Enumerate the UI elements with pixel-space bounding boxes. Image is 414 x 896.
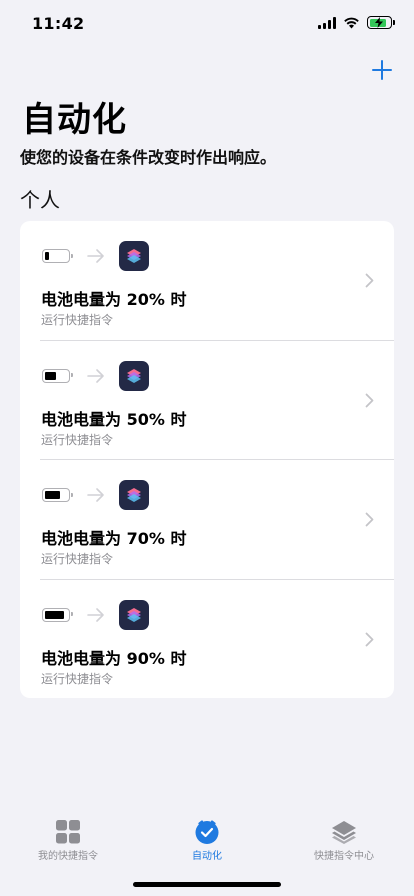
status-icons [318, 16, 395, 29]
layers-icon [332, 821, 356, 844]
tab-automation[interactable]: 自动化 [147, 820, 267, 862]
signal-icon [318, 16, 336, 29]
automation-subtitle: 运行快捷指令 [41, 313, 114, 327]
row-icons [40, 480, 149, 510]
automation-list: 电池电量为 20% 时 运行快捷指令 电池电量为 50% 时 运行快捷指令 电池… [20, 221, 394, 698]
add-automation-button[interactable] [370, 56, 394, 84]
tab-label: 我的快捷指令 [38, 851, 98, 862]
chevron-right-icon [365, 273, 374, 288]
arrow-right-icon [87, 249, 104, 263]
arrow-right-icon [87, 607, 104, 622]
wifi-icon [344, 17, 359, 28]
automation-subtitle: 运行快捷指令 [41, 432, 114, 447]
grid-icon [56, 820, 80, 844]
automation-row[interactable]: 电池电量为 90% 时 运行快捷指令 [40, 580, 394, 699]
automation-title: 电池电量为 20% 时 [41, 290, 187, 309]
status-bar: 11:42 [0, 0, 414, 48]
automation-title: 电池电量为 90% 时 [41, 648, 187, 668]
automation-row[interactable]: 电池电量为 50% 时 运行快捷指令 [40, 341, 394, 460]
section-title: 个人 [20, 188, 60, 212]
automation-subtitle: 运行快捷指令 [41, 671, 114, 686]
chevron-right-icon [365, 512, 374, 527]
automation-subtitle: 运行快捷指令 [41, 552, 114, 566]
row-icons [40, 599, 149, 630]
tab-gallery[interactable]: 快捷指令中心 [284, 820, 404, 862]
chevron-right-icon [365, 393, 374, 407]
status-time: 11:42 [32, 14, 85, 33]
shortcuts-app-icon [119, 360, 149, 391]
battery-icon [42, 488, 73, 502]
row-icons [40, 241, 149, 271]
chevron-right-icon [365, 632, 374, 646]
battery-charging-icon [367, 16, 395, 29]
battery-icon [42, 249, 73, 263]
tab-label: 自动化 [192, 851, 222, 862]
battery-icon [42, 368, 73, 383]
shortcuts-app-icon [119, 480, 149, 510]
battery-icon [42, 607, 73, 622]
tab-label: 快捷指令中心 [314, 851, 374, 862]
page-subtitle: 使您的设备在条件改变时作出响应。 [20, 148, 277, 167]
arrow-right-icon [87, 488, 104, 502]
shortcuts-app-icon [119, 599, 149, 630]
shortcuts-app-icon [119, 241, 149, 271]
arrow-right-icon [87, 368, 104, 383]
checkmark-clock-icon [195, 820, 219, 844]
automation-title: 电池电量为 70% 时 [41, 529, 187, 548]
row-icons [40, 360, 149, 391]
automation-row[interactable]: 电池电量为 70% 时 运行快捷指令 [40, 460, 394, 580]
plus-icon [372, 60, 392, 80]
automation-title: 电池电量为 50% 时 [41, 409, 187, 429]
tab-my-shortcuts[interactable]: 我的快捷指令 [8, 820, 128, 862]
automation-row[interactable]: 电池电量为 20% 时 运行快捷指令 [40, 221, 394, 341]
home-indicator [133, 882, 281, 887]
page-title: 自动化 [22, 100, 127, 140]
